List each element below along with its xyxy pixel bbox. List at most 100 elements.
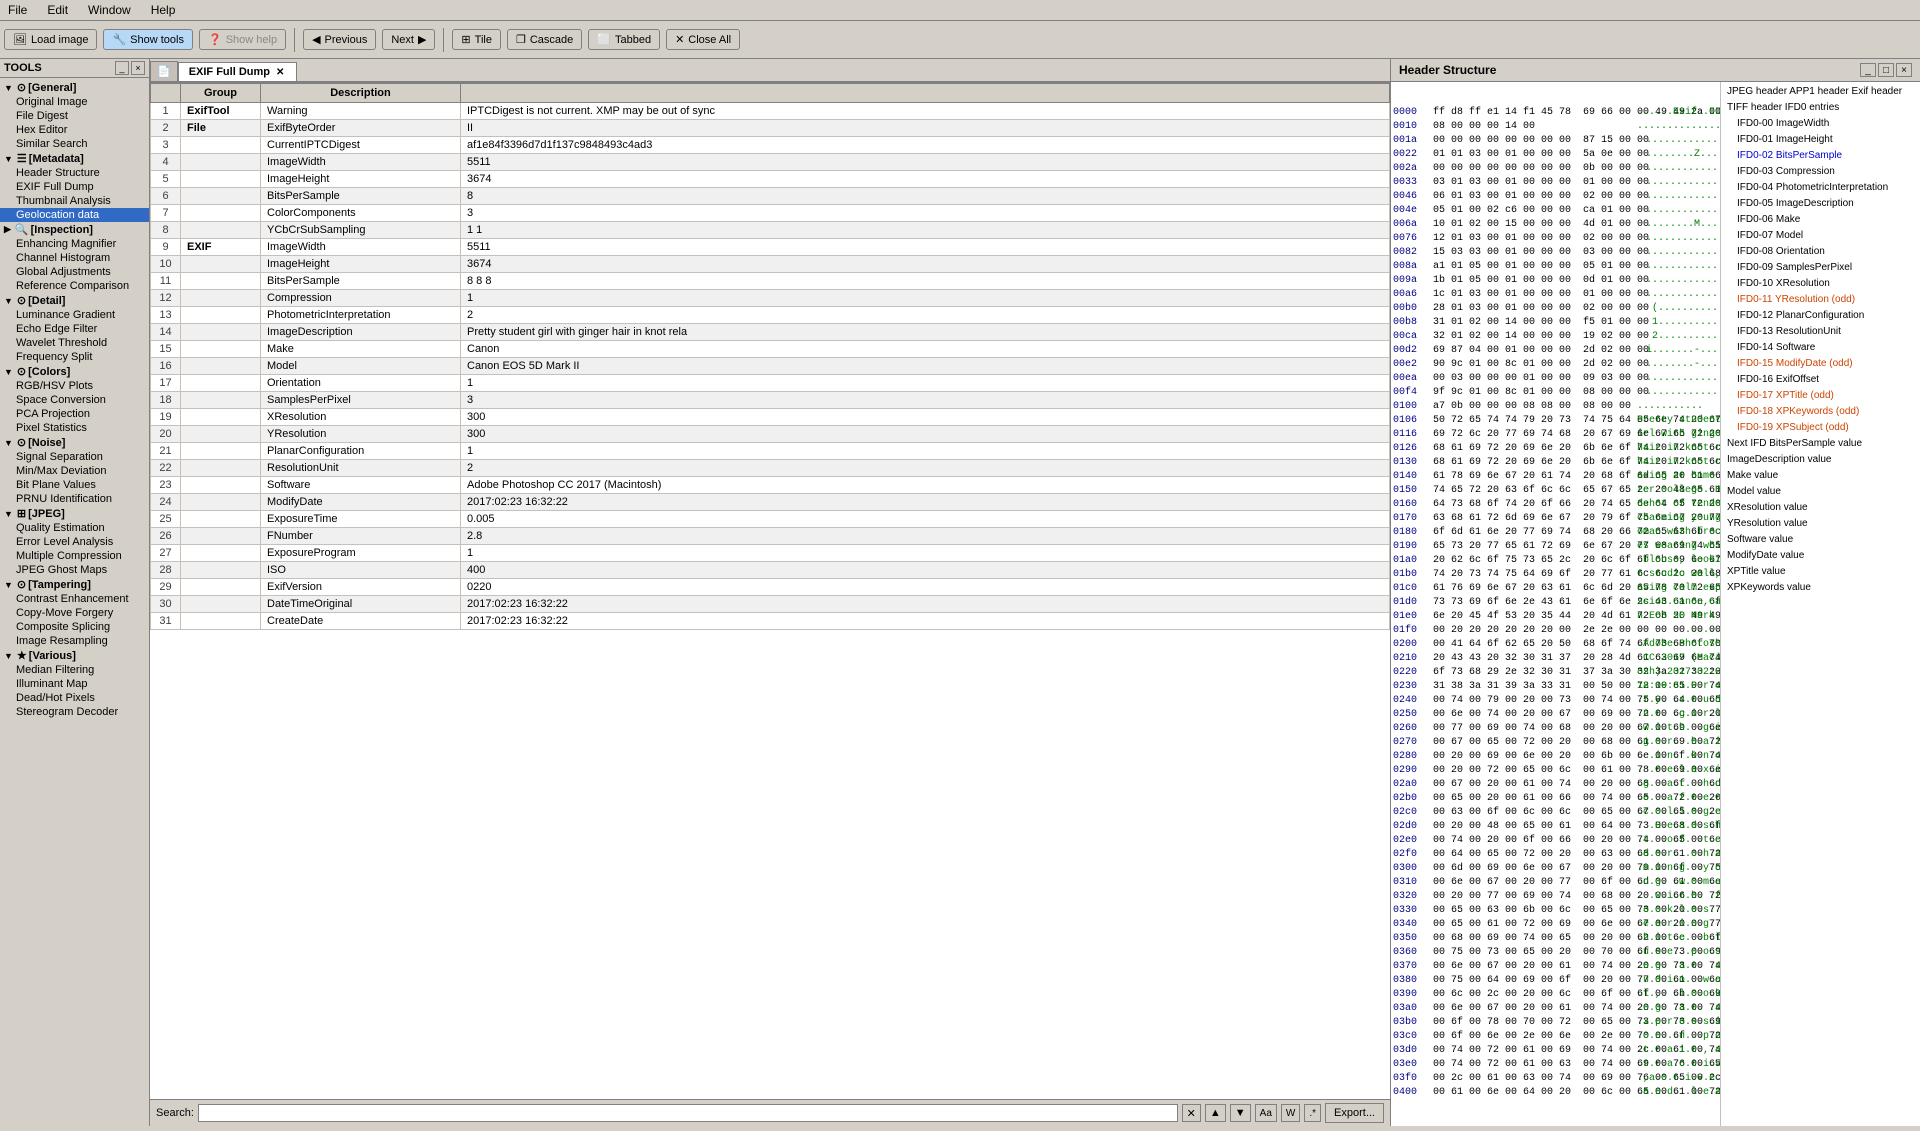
tree-category-tampering[interactable]: ▼ ⊙ [Tampering]	[0, 577, 149, 592]
struct-item[interactable]: YResolution value	[1723, 516, 1918, 532]
struct-item[interactable]: JPEG header APP1 header Exif header	[1723, 84, 1918, 100]
tree-item-composite-splicing[interactable]: Composite Splicing	[0, 620, 149, 634]
table-row[interactable]: 29ExifVersion0220	[151, 579, 1390, 596]
struct-item[interactable]: IFD0-02 BitsPerSample	[1733, 148, 1918, 164]
cascade-button[interactable]: ❐ Cascade	[507, 29, 582, 50]
struct-item[interactable]: IFD0-13 ResolutionUnit	[1733, 324, 1918, 340]
tree-category-metadata[interactable]: ▼ ☰ [Metadata]	[0, 151, 149, 166]
tree-item-illuminant-map[interactable]: Illuminant Map	[0, 677, 149, 691]
tree-item-channel-histogram[interactable]: Channel Histogram	[0, 251, 149, 265]
tab-close-exif[interactable]: ✕	[274, 67, 286, 78]
tree-item-median-filtering[interactable]: Median Filtering	[0, 663, 149, 677]
table-row[interactable]: 8YCbCrSubSampling1 1	[151, 222, 1390, 239]
table-row[interactable]: 15MakeCanon	[151, 341, 1390, 358]
load-image-button[interactable]: 🖼 Load image	[4, 29, 97, 50]
table-row[interactable]: 25ExposureTime0.005	[151, 511, 1390, 528]
tabbed-button[interactable]: ⬜ Tabbed	[588, 29, 660, 50]
tree-item-prnu-identification[interactable]: PRNU Identification	[0, 492, 149, 506]
table-row[interactable]: 13PhotometricInterpretation2	[151, 307, 1390, 324]
tree-item-multiple-compression[interactable]: Multiple Compression	[0, 549, 149, 563]
tree-item-original-image[interactable]: Original Image	[0, 95, 149, 109]
tools-close-button[interactable]: ×	[131, 61, 145, 75]
table-row[interactable]: 9EXIFImageWidth5511	[151, 239, 1390, 256]
struct-item[interactable]: IFD0-05 ImageDescription	[1733, 196, 1918, 212]
struct-item[interactable]: IFD0-15 ModifyDate (odd)	[1733, 356, 1918, 372]
table-row[interactable]: 31CreateDate2017:02:23 16:32:22	[151, 613, 1390, 630]
hex-pane[interactable]: 0000ff d8 ff e1 14 f1 45 78 69 66 00 00 …	[1391, 82, 1720, 1126]
search-input[interactable]	[198, 1104, 1178, 1122]
struct-item[interactable]: IFD0-16 ExifOffset	[1733, 372, 1918, 388]
table-row[interactable]: 7ColorComponents3	[151, 205, 1390, 222]
tree-category-noise[interactable]: ▼ ⊙ [Noise]	[0, 435, 149, 450]
menu-window[interactable]: Window	[84, 2, 135, 18]
tree-item-min-max-deviation[interactable]: Min/Max Deviation	[0, 464, 149, 478]
table-row[interactable]: 28ISO400	[151, 562, 1390, 579]
table-row[interactable]: 14ImageDescriptionPretty student girl wi…	[151, 324, 1390, 341]
tree-item-reference-comparison[interactable]: Reference Comparison	[0, 279, 149, 293]
struct-item[interactable]: IFD0-06 Make	[1733, 212, 1918, 228]
struct-item[interactable]: Make value	[1723, 468, 1918, 484]
previous-button[interactable]: ◀ Previous	[303, 29, 376, 50]
tree-item-exif-full-dump[interactable]: EXIF Full Dump	[0, 180, 149, 194]
tree-category-detail[interactable]: ▼ ⊙ [Detail]	[0, 293, 149, 308]
show-help-button[interactable]: ❓ Show help	[199, 29, 286, 50]
tree-item-thumbnail-analysis[interactable]: Thumbnail Analysis	[0, 194, 149, 208]
struct-item[interactable]: IFD0-07 Model	[1733, 228, 1918, 244]
struct-item[interactable]: TIFF header IFD0 entries	[1723, 100, 1918, 116]
tree-category-general[interactable]: ▼ ⊙ [General]	[0, 80, 149, 95]
struct-item[interactable]: ModifyDate value	[1723, 548, 1918, 564]
show-tools-button[interactable]: 🔧 Show tools	[103, 29, 193, 50]
table-row[interactable]: 10ImageHeight3674	[151, 256, 1390, 273]
table-row[interactable]: 3CurrentIPTCDigestaf1e84f3396d7d1f137c98…	[151, 137, 1390, 154]
tree-item-geolocation-data[interactable]: Geolocation data	[0, 208, 149, 222]
struct-item[interactable]: IFD0-18 XPKeywords (odd)	[1733, 404, 1918, 420]
struct-item[interactable]: IFD0-11 YResolution (odd)	[1733, 292, 1918, 308]
tree-item-contrast-enhancement[interactable]: Contrast Enhancement	[0, 592, 149, 606]
tree-item-enhancing-magnifier[interactable]: Enhancing Magnifier	[0, 237, 149, 251]
tree-item-wavelet-threshold[interactable]: Wavelet Threshold	[0, 336, 149, 350]
struct-item[interactable]: IFD0-09 SamplesPerPixel	[1733, 260, 1918, 276]
tree-item-quality-estimation[interactable]: Quality Estimation	[0, 521, 149, 535]
tree-item-file-digest[interactable]: File Digest	[0, 109, 149, 123]
tree-item-frequency-split[interactable]: Frequency Split	[0, 350, 149, 364]
table-row[interactable]: 12Compression1	[151, 290, 1390, 307]
menu-help[interactable]: Help	[147, 2, 180, 18]
right-panel-close-button[interactable]: ×	[1896, 63, 1912, 77]
struct-item[interactable]: IFD0-14 Software	[1733, 340, 1918, 356]
tree-item-global-adjustments[interactable]: Global Adjustments	[0, 265, 149, 279]
table-row[interactable]: 17Orientation1	[151, 375, 1390, 392]
search-clear-button[interactable]: ✕	[1182, 1104, 1201, 1122]
search-matchcase-button[interactable]: Aa	[1255, 1104, 1277, 1122]
table-row[interactable]: 16ModelCanon EOS 5D Mark II	[151, 358, 1390, 375]
tree-item-jpeg-ghost-maps[interactable]: JPEG Ghost Maps	[0, 563, 149, 577]
table-row[interactable]: 23SoftwareAdobe Photoshop CC 2017 (Macin…	[151, 477, 1390, 494]
close-all-button[interactable]: ✕ Close All	[666, 29, 740, 50]
struct-item[interactable]: IFD0-03 Compression	[1733, 164, 1918, 180]
table-row[interactable]: 20YResolution300	[151, 426, 1390, 443]
tree-category-jpeg[interactable]: ▼ ⊞ [JPEG]	[0, 506, 149, 521]
tools-minimize-button[interactable]: _	[115, 61, 129, 75]
table-row[interactable]: 19XResolution300	[151, 409, 1390, 426]
tree-item-bit-plane-values[interactable]: Bit Plane Values	[0, 478, 149, 492]
struct-item[interactable]: IFD0-19 XPSubject (odd)	[1733, 420, 1918, 436]
table-row[interactable]: 21PlanarConfiguration1	[151, 443, 1390, 460]
struct-item[interactable]: XPKeywords value	[1723, 580, 1918, 596]
menu-file[interactable]: File	[4, 2, 31, 18]
export-button[interactable]: Export...	[1325, 1103, 1384, 1123]
tree-item-image-resampling[interactable]: Image Resampling	[0, 634, 149, 648]
tree-item-copy-move-forgery[interactable]: Copy-Move Forgery	[0, 606, 149, 620]
table-row[interactable]: 26FNumber2.8	[151, 528, 1390, 545]
tree-item-luminance-gradient[interactable]: Luminance Gradient	[0, 308, 149, 322]
search-regex-button[interactable]: .*	[1304, 1104, 1321, 1122]
search-prev-button[interactable]: ▲	[1205, 1104, 1226, 1122]
table-row[interactable]: 30DateTimeOriginal2017:02:23 16:32:22	[151, 596, 1390, 613]
tree-item-rgb-hsv-plots[interactable]: RGB/HSV Plots	[0, 379, 149, 393]
struct-item[interactable]: XPTitle value	[1723, 564, 1918, 580]
menu-edit[interactable]: Edit	[43, 2, 72, 18]
tree-item-stereogram-decoder[interactable]: Stereogram Decoder	[0, 705, 149, 719]
struct-item[interactable]: IFD0-08 Orientation	[1733, 244, 1918, 260]
tree-category-inspection[interactable]: ▶ 🔍 [Inspection]	[0, 222, 149, 237]
struct-item[interactable]: Model value	[1723, 484, 1918, 500]
struct-item[interactable]: XResolution value	[1723, 500, 1918, 516]
tile-button[interactable]: ⊞ Tile	[452, 29, 501, 50]
